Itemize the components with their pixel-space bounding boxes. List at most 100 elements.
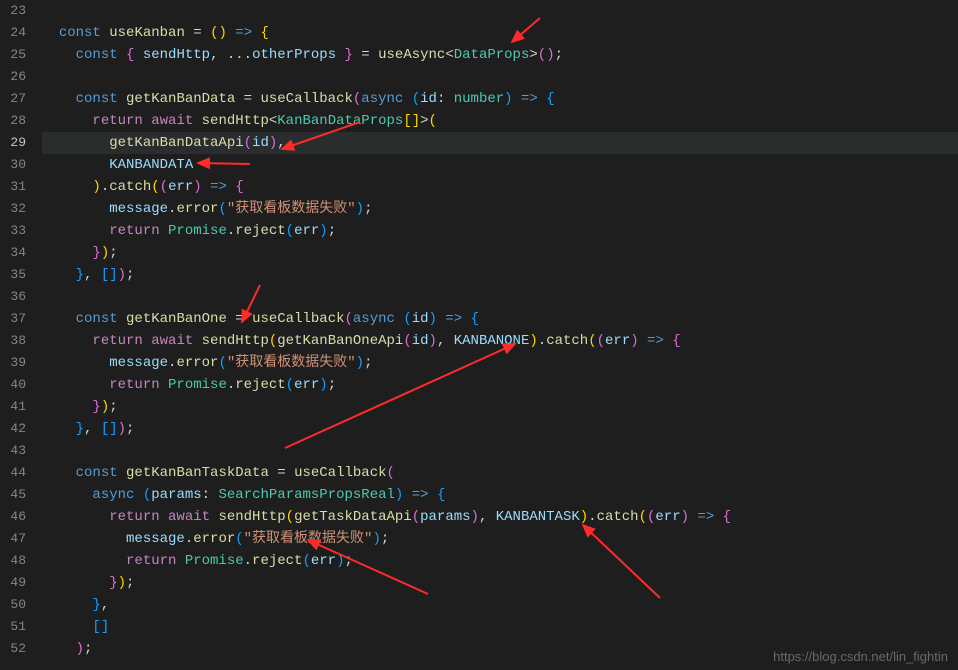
token: ): [471, 509, 479, 525]
line-gutter: 2324252627282930313233343536373839404142…: [0, 0, 38, 670]
token: params: [420, 509, 470, 525]
code-line[interactable]: return Promise.reject(err);: [42, 374, 958, 396]
code-line[interactable]: return Promise.reject(err);: [42, 220, 958, 242]
token: async: [92, 487, 142, 503]
token: , ...: [210, 47, 252, 63]
code-line[interactable]: return await sendHttp(getKanBanOneApi(id…: [42, 330, 958, 352]
line-number: 35: [8, 264, 26, 286]
token: ): [504, 91, 512, 107]
token: =>: [647, 333, 664, 349]
code-line[interactable]: return Promise.reject(err);: [42, 550, 958, 572]
token: .: [227, 377, 235, 393]
token: ): [372, 531, 380, 547]
code-line[interactable]: message.error("获取看板数据失败");: [42, 198, 958, 220]
token: sendHttp: [202, 113, 269, 129]
token: {: [546, 91, 554, 107]
code-line[interactable]: return await sendHttp<KanBanDataProps[]>…: [42, 110, 958, 132]
code-line[interactable]: const getKanBanTaskData = useCallback(: [42, 462, 958, 484]
token: (: [412, 509, 420, 525]
token: [714, 509, 722, 525]
token: (: [588, 333, 596, 349]
code-line[interactable]: const getKanBanOne = useCallback(async (…: [42, 308, 958, 330]
line-number: 50: [8, 594, 26, 616]
code-area[interactable]: const useKanban = () => { const { sendHt…: [38, 0, 958, 670]
code-line[interactable]: [42, 0, 958, 22]
token: {: [261, 25, 269, 41]
token: DataProps: [454, 47, 530, 63]
line-number: 48: [8, 550, 26, 572]
token: (: [218, 355, 226, 371]
token: ): [681, 509, 689, 525]
token: .: [588, 509, 596, 525]
token: getTaskDataApi: [294, 509, 412, 525]
token: return: [109, 223, 168, 239]
token: ): [118, 267, 126, 283]
token: message: [126, 531, 185, 547]
token: =>: [445, 311, 462, 327]
code-line[interactable]: });: [42, 396, 958, 418]
token: ): [429, 333, 437, 349]
token: useCallback: [294, 465, 386, 481]
code-line[interactable]: });: [42, 572, 958, 594]
code-line[interactable]: message.error("获取看板数据失败");: [42, 352, 958, 374]
code-line[interactable]: []: [42, 616, 958, 638]
line-number: 43: [8, 440, 26, 462]
code-line[interactable]: message.error("获取看板数据失败");: [42, 528, 958, 550]
token: =>: [412, 487, 429, 503]
token: ,: [84, 421, 101, 437]
token: (: [160, 179, 168, 195]
code-line[interactable]: const useKanban = () => {: [42, 22, 958, 44]
code-line[interactable]: getKanBanDataApi(id),: [42, 132, 958, 154]
token: ]: [109, 267, 117, 283]
token: {: [471, 311, 479, 327]
code-line[interactable]: const getKanBanData = useCallback(async …: [42, 88, 958, 110]
token: }: [76, 267, 84, 283]
token: ): [429, 311, 437, 327]
code-line[interactable]: [42, 440, 958, 462]
line-number: 39: [8, 352, 26, 374]
token: err: [294, 223, 319, 239]
token: [429, 487, 437, 503]
code-line[interactable]: KANBANDATA: [42, 154, 958, 176]
token: "获取看板数据失败": [227, 355, 356, 371]
token: ]: [109, 421, 117, 437]
token: (: [345, 311, 353, 327]
token: ,: [277, 135, 285, 151]
token: params: [151, 487, 201, 503]
code-line[interactable]: });: [42, 242, 958, 264]
code-line[interactable]: const { sendHttp, ...otherProps } = useA…: [42, 44, 958, 66]
token: ;: [328, 377, 336, 393]
token: {: [437, 487, 445, 503]
token: [462, 311, 470, 327]
token: ): [76, 641, 84, 657]
code-line[interactable]: }, []);: [42, 418, 958, 440]
code-line[interactable]: async (params: SearchParamsPropsReal) =>…: [42, 484, 958, 506]
token: getKanBanData: [126, 91, 235, 107]
token: reject: [235, 223, 285, 239]
code-line[interactable]: ).catch((err) => {: [42, 176, 958, 198]
token: .: [538, 333, 546, 349]
token: id: [420, 91, 437, 107]
token: ): [546, 47, 554, 63]
token: (: [302, 553, 310, 569]
token: return: [92, 333, 151, 349]
code-line[interactable]: [42, 286, 958, 308]
token: =: [269, 465, 294, 481]
token: =>: [521, 91, 538, 107]
token: err: [655, 509, 680, 525]
token: =>: [235, 25, 252, 41]
code-line[interactable]: return await sendHttp(getTaskDataApi(par…: [42, 506, 958, 528]
token: Promise: [168, 223, 227, 239]
token: {: [235, 179, 243, 195]
code-line[interactable]: }, []);: [42, 264, 958, 286]
token: [538, 91, 546, 107]
line-number: 37: [8, 308, 26, 330]
code-line[interactable]: },: [42, 594, 958, 616]
token: ): [101, 245, 109, 261]
token: id: [412, 333, 429, 349]
code-line[interactable]: [42, 66, 958, 88]
token: error: [193, 531, 235, 547]
token: async: [353, 311, 403, 327]
code-editor[interactable]: 2324252627282930313233343536373839404142…: [0, 0, 958, 670]
line-number: 38: [8, 330, 26, 352]
